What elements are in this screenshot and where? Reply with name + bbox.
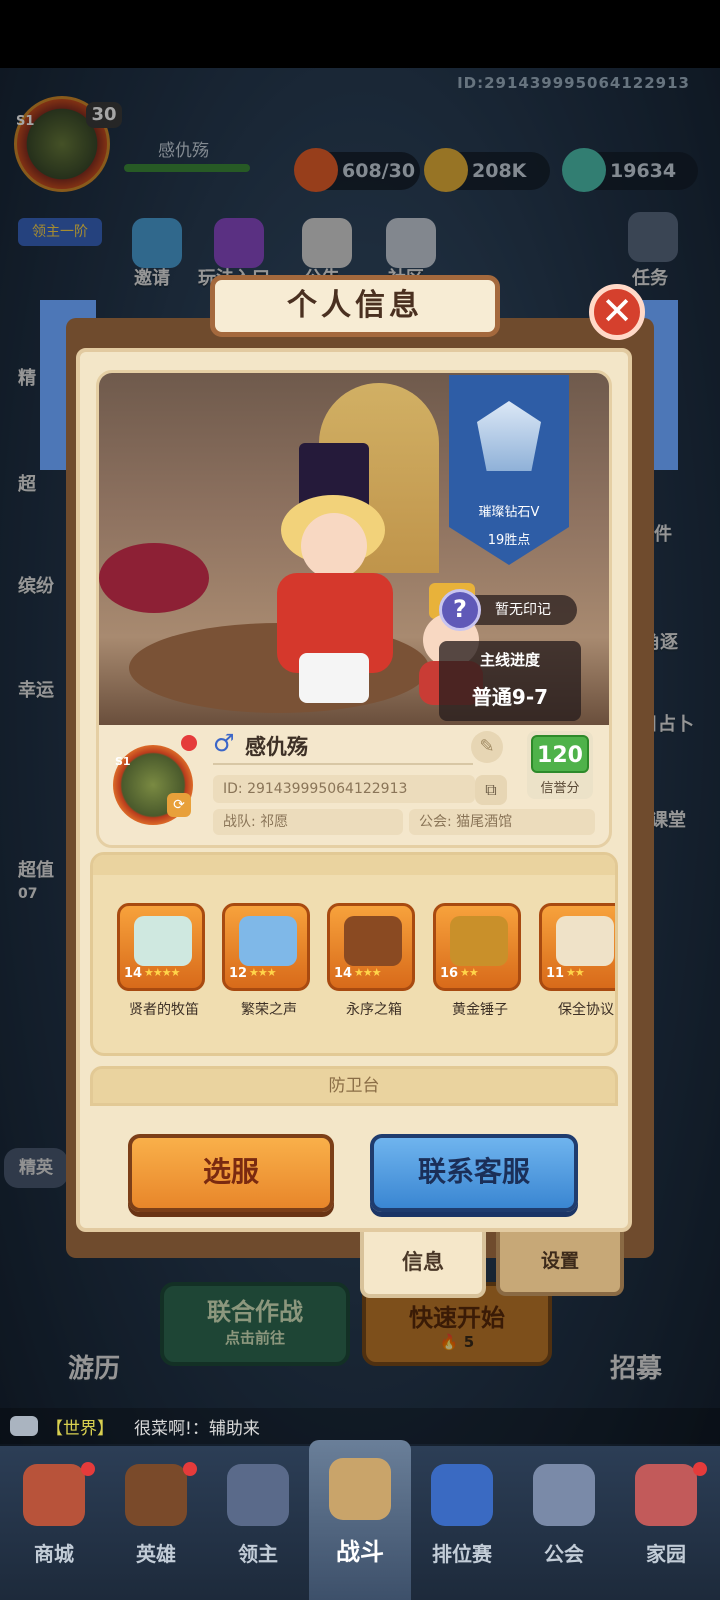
profile-card: 璀璨钻石V 19胜点 暂无印记 ? 主线进度 普通9-7 S1 ⟳ ♂ 感仇殇 … <box>96 370 612 848</box>
rank-points: 19胜点 <box>487 533 531 548</box>
profile-guild: 公会: 猫尾酒馆 <box>409 809 595 835</box>
edit-name-icon[interactable]: ✎ <box>471 731 503 763</box>
notification-dot <box>81 1462 95 1476</box>
nav-item[interactable]: 商城 <box>3 1446 105 1600</box>
artifact-stars: ★★ <box>460 966 479 979</box>
credit-score-box[interactable]: 120 信誉分 <box>527 731 593 799</box>
chat-bubble-icon <box>10 1416 38 1436</box>
artifact-label: 贤者的牧笛 <box>129 1002 199 1018</box>
lord-character <box>259 443 409 703</box>
guild-castle-icon <box>533 1464 595 1526</box>
artifact-icon <box>450 916 508 966</box>
nav-label: 排位赛 <box>432 1542 492 1566</box>
nav-label: 领主 <box>238 1542 278 1566</box>
nav-label: 战斗 <box>336 1538 384 1566</box>
close-button[interactable]: ✕ <box>589 284 645 340</box>
artifact-stars: ★★★★ <box>144 966 180 979</box>
nav-item[interactable]: 领主 <box>207 1446 309 1600</box>
artifact-level: 14 <box>334 966 353 981</box>
nav-label: 公会 <box>544 1542 584 1566</box>
artifact-level: 14 <box>124 966 143 981</box>
artifact-item[interactable]: 14 ★★★ <box>327 903 415 991</box>
artifact-label: 繁荣之声 <box>241 1002 297 1018</box>
profile-season-badge: S1 <box>115 755 131 768</box>
contact-support-button[interactable]: 联系客服 <box>370 1134 578 1212</box>
nav-item[interactable]: 战斗 <box>309 1440 411 1600</box>
dialog-title: 个人信息 <box>210 275 500 337</box>
progress-title: 主线进度 <box>479 651 540 669</box>
ranking-shield-icon <box>431 1464 493 1526</box>
nav-label: 商城 <box>34 1542 74 1566</box>
artifact-icon <box>134 916 192 966</box>
character-scene: 璀璨钻石V 19胜点 暂无印记 ? 主线进度 普通9-7 <box>99 373 609 725</box>
artifact-label: 永序之箱 <box>346 1002 402 1018</box>
artifact-icon <box>239 916 297 966</box>
nav-item[interactable]: 排位赛 <box>411 1446 513 1600</box>
bottom-nav: 商城 英雄 领主 战斗 排位赛 公会 家园 <box>0 1440 720 1600</box>
nav-item[interactable]: 公会 <box>513 1446 615 1600</box>
chat-message: 很菜啊!：辅助来 <box>134 1419 260 1439</box>
tab-info[interactable]: 信息 <box>360 1232 486 1298</box>
artifact-item[interactable]: 12 ★★★ <box>222 903 310 991</box>
male-gender-icon: ♂ <box>213 729 235 757</box>
shop-icon <box>23 1464 85 1526</box>
swap-avatar-icon[interactable]: ⟳ <box>167 793 191 817</box>
artifact-item[interactable]: 14 ★★★★ <box>117 903 205 991</box>
profile-id: ID: 291439995064122913 <box>213 775 475 803</box>
notification-dot <box>693 1462 707 1476</box>
name-underline <box>213 763 473 765</box>
question-mark-icon[interactable]: ? <box>439 589 481 631</box>
artifact-level: 11 <box>546 966 565 981</box>
world-chat-bar[interactable]: 【世界】 很菜啊!：辅助来 <box>0 1408 720 1444</box>
nav-item[interactable]: 英雄 <box>105 1446 207 1600</box>
select-server-button[interactable]: 选服 <box>128 1134 334 1212</box>
rank-name: 璀璨钻石V <box>478 505 540 520</box>
artifact-item[interactable]: 11 ★★ <box>539 903 615 991</box>
main-progress: 主线进度 普通9-7 <box>439 641 581 721</box>
profile-team: 战队: 祁愿 <box>213 809 403 835</box>
copy-id-icon[interactable]: ⧉ <box>475 775 507 805</box>
artifact-level: 12 <box>229 966 248 981</box>
nav-label: 家园 <box>646 1542 686 1566</box>
nav-item[interactable]: 家园 <box>615 1446 717 1600</box>
rank-banner[interactable]: 璀璨钻石V 19胜点 <box>449 375 569 565</box>
artifact-icon <box>344 916 402 966</box>
battle-swords-icon <box>329 1458 391 1520</box>
artifact-icon <box>556 916 614 966</box>
artifact-level: 16 <box>440 966 459 981</box>
defense-section-header: 防卫台 <box>90 1066 618 1106</box>
diamond-rank-icon <box>477 401 541 471</box>
hero-card-icon <box>125 1464 187 1526</box>
artifact-stars: ★★★ <box>354 966 382 979</box>
artifact-item[interactable]: 16 ★★ <box>433 903 521 991</box>
nav-label: 英雄 <box>136 1542 176 1566</box>
credit-score-value: 120 <box>531 735 589 773</box>
tab-settings[interactable]: 设置 <box>496 1232 624 1296</box>
list-fade <box>93 855 615 875</box>
artifact-stars: ★★★ <box>249 966 277 979</box>
progress-value: 普通9-7 <box>471 685 549 709</box>
notification-dot <box>183 1462 197 1476</box>
notification-dot <box>181 735 197 751</box>
chat-channel: 【世界】 <box>46 1419 114 1439</box>
credit-score-label: 信誉分 <box>540 781 580 796</box>
crossbow-weapon <box>99 543 209 613</box>
artifact-list[interactable]: 14 ★★★★ 贤者的牧笛 12 ★★★ 繁荣之声 14 ★★★ 永序之箱 16 ★★ 黄金锤子 11 ★… <box>90 852 618 1056</box>
lord-banner-icon <box>227 1464 289 1526</box>
home-castle-icon <box>635 1464 697 1526</box>
artifact-stars: ★★ <box>566 966 585 979</box>
profile-name: 感仇殇 <box>245 735 308 759</box>
artifact-label: 黄金锤子 <box>452 1002 508 1018</box>
artifact-label: 保全协议 <box>558 1002 614 1018</box>
